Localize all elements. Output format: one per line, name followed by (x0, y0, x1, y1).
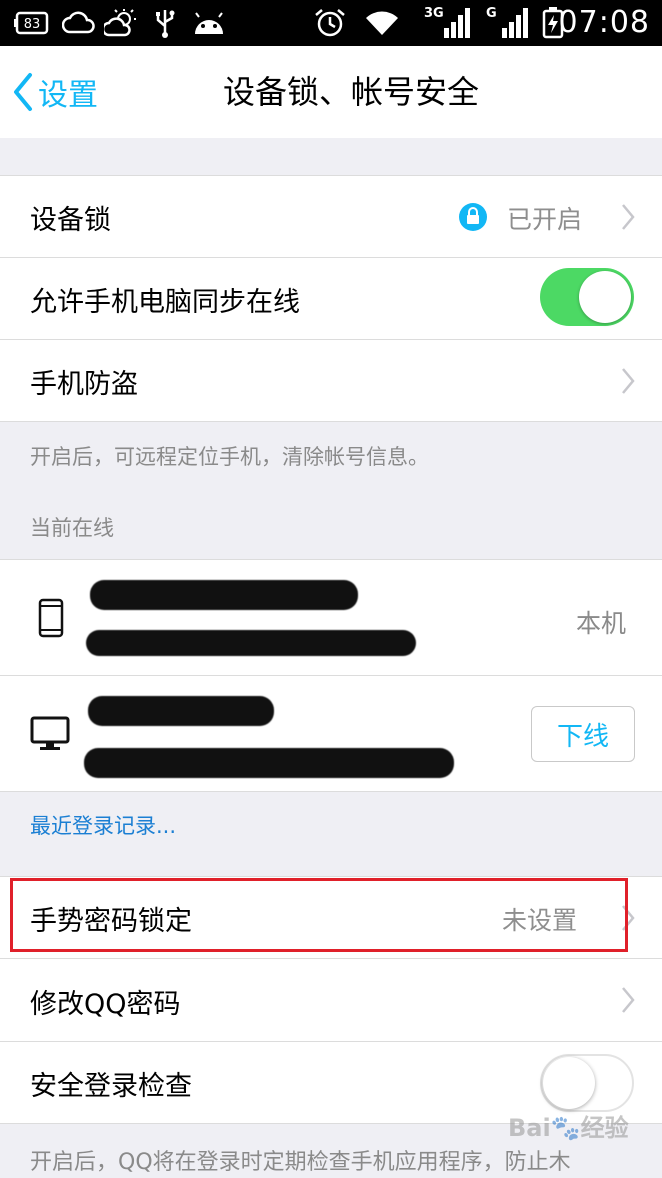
online-section-header: 当前在线 (30, 516, 114, 540)
svg-text:G: G (486, 6, 497, 21)
redacted-device-name (90, 580, 358, 610)
sync-online-label: 允许手机电脑同步在线 (30, 287, 300, 318)
status-bar: 83 3G G 07:08 (0, 0, 662, 46)
sun-cloud-icon (104, 8, 140, 38)
safe-login-check-label: 安全登录检查 (30, 1071, 192, 1102)
online-device-row: 本机 (0, 560, 662, 675)
phone-icon (38, 598, 64, 638)
divider (0, 421, 662, 422)
toggle-knob (579, 271, 631, 323)
svg-text:3G: 3G (424, 6, 444, 21)
redacted-device-name (88, 696, 274, 726)
wifi-icon (364, 8, 400, 38)
clock: 07:08 (558, 5, 650, 40)
anti-theft-note: 开启后，可远程定位手机，清除帐号信息。 (30, 445, 429, 469)
highlight-box (10, 878, 628, 952)
device-lock-row[interactable]: 设备锁 已开启 (0, 176, 662, 257)
sync-online-toggle[interactable] (540, 268, 634, 326)
chevron-right-icon (622, 368, 635, 394)
nav-bar: 设置 设备锁、帐号安全 (0, 46, 662, 138)
safe-login-check-toggle[interactable] (540, 1054, 634, 1112)
chevron-right-icon (622, 987, 635, 1013)
watermark-logo: Bai🐾经验 (508, 1114, 629, 1142)
device-lock-label: 设备锁 (30, 205, 111, 236)
logout-device-button[interactable]: 下线 (531, 706, 635, 762)
monitor-icon (30, 716, 70, 750)
signal-g-icon: G (484, 4, 532, 40)
android-icon (192, 8, 226, 38)
change-password-row[interactable]: 修改QQ密码 (0, 959, 662, 1041)
battery-percent-icon: 83 (14, 8, 50, 38)
redacted-device-info (86, 630, 416, 656)
alarm-icon (314, 8, 346, 38)
change-password-label: 修改QQ密码 (30, 989, 181, 1020)
anti-theft-label: 手机防盗 (30, 369, 138, 400)
recent-login-link[interactable]: 最近登录记录... (30, 810, 176, 840)
page-title: 设备锁、帐号安全 (222, 73, 479, 111)
safe-login-check-note: 开启后，QQ将在登录时定期检查手机应用程序，防止木 (30, 1150, 571, 1175)
device-lock-status: 已开启 (507, 205, 583, 234)
current-device-label: 本机 (576, 609, 627, 638)
anti-theft-row[interactable]: 手机防盗 (0, 340, 662, 421)
toggle-knob (543, 1057, 595, 1109)
signal-3g-icon: 3G (422, 4, 474, 40)
lock-icon (459, 203, 487, 231)
cloud-icon (62, 8, 96, 38)
usb-icon (154, 8, 176, 38)
redacted-device-info (84, 748, 454, 778)
svg-text:83: 83 (24, 17, 41, 32)
chevron-right-icon (622, 204, 635, 230)
divider (0, 791, 662, 792)
sync-online-row: 允许手机电脑同步在线 (0, 258, 662, 339)
